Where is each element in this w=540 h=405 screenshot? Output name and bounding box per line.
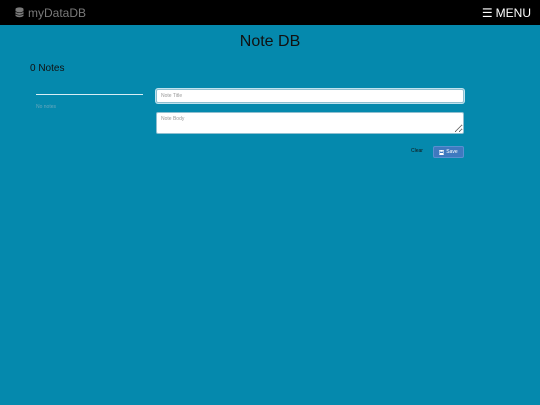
notes-count: 0 Notes bbox=[30, 63, 64, 74]
note-title-input[interactable] bbox=[156, 89, 464, 103]
clear-button[interactable]: Clear bbox=[411, 148, 423, 154]
hamburger-icon: ☰ bbox=[482, 6, 493, 20]
page-title: Note DB bbox=[0, 33, 540, 51]
top-navbar: myDataDB ☰ MENU bbox=[0, 0, 540, 25]
menu-label: MENU bbox=[496, 6, 531, 20]
save-button[interactable]: Save bbox=[433, 146, 464, 158]
brand-label: myDataDB bbox=[28, 6, 86, 20]
brand[interactable]: myDataDB bbox=[15, 6, 86, 20]
menu-button[interactable]: ☰ MENU bbox=[482, 6, 531, 20]
database-icon bbox=[15, 7, 24, 18]
save-label: Save bbox=[446, 149, 457, 155]
floppy-disk-icon bbox=[439, 150, 444, 155]
search-input[interactable] bbox=[36, 80, 143, 95]
empty-notes-message: No notes bbox=[36, 104, 56, 110]
note-body-input[interactable] bbox=[156, 112, 464, 134]
